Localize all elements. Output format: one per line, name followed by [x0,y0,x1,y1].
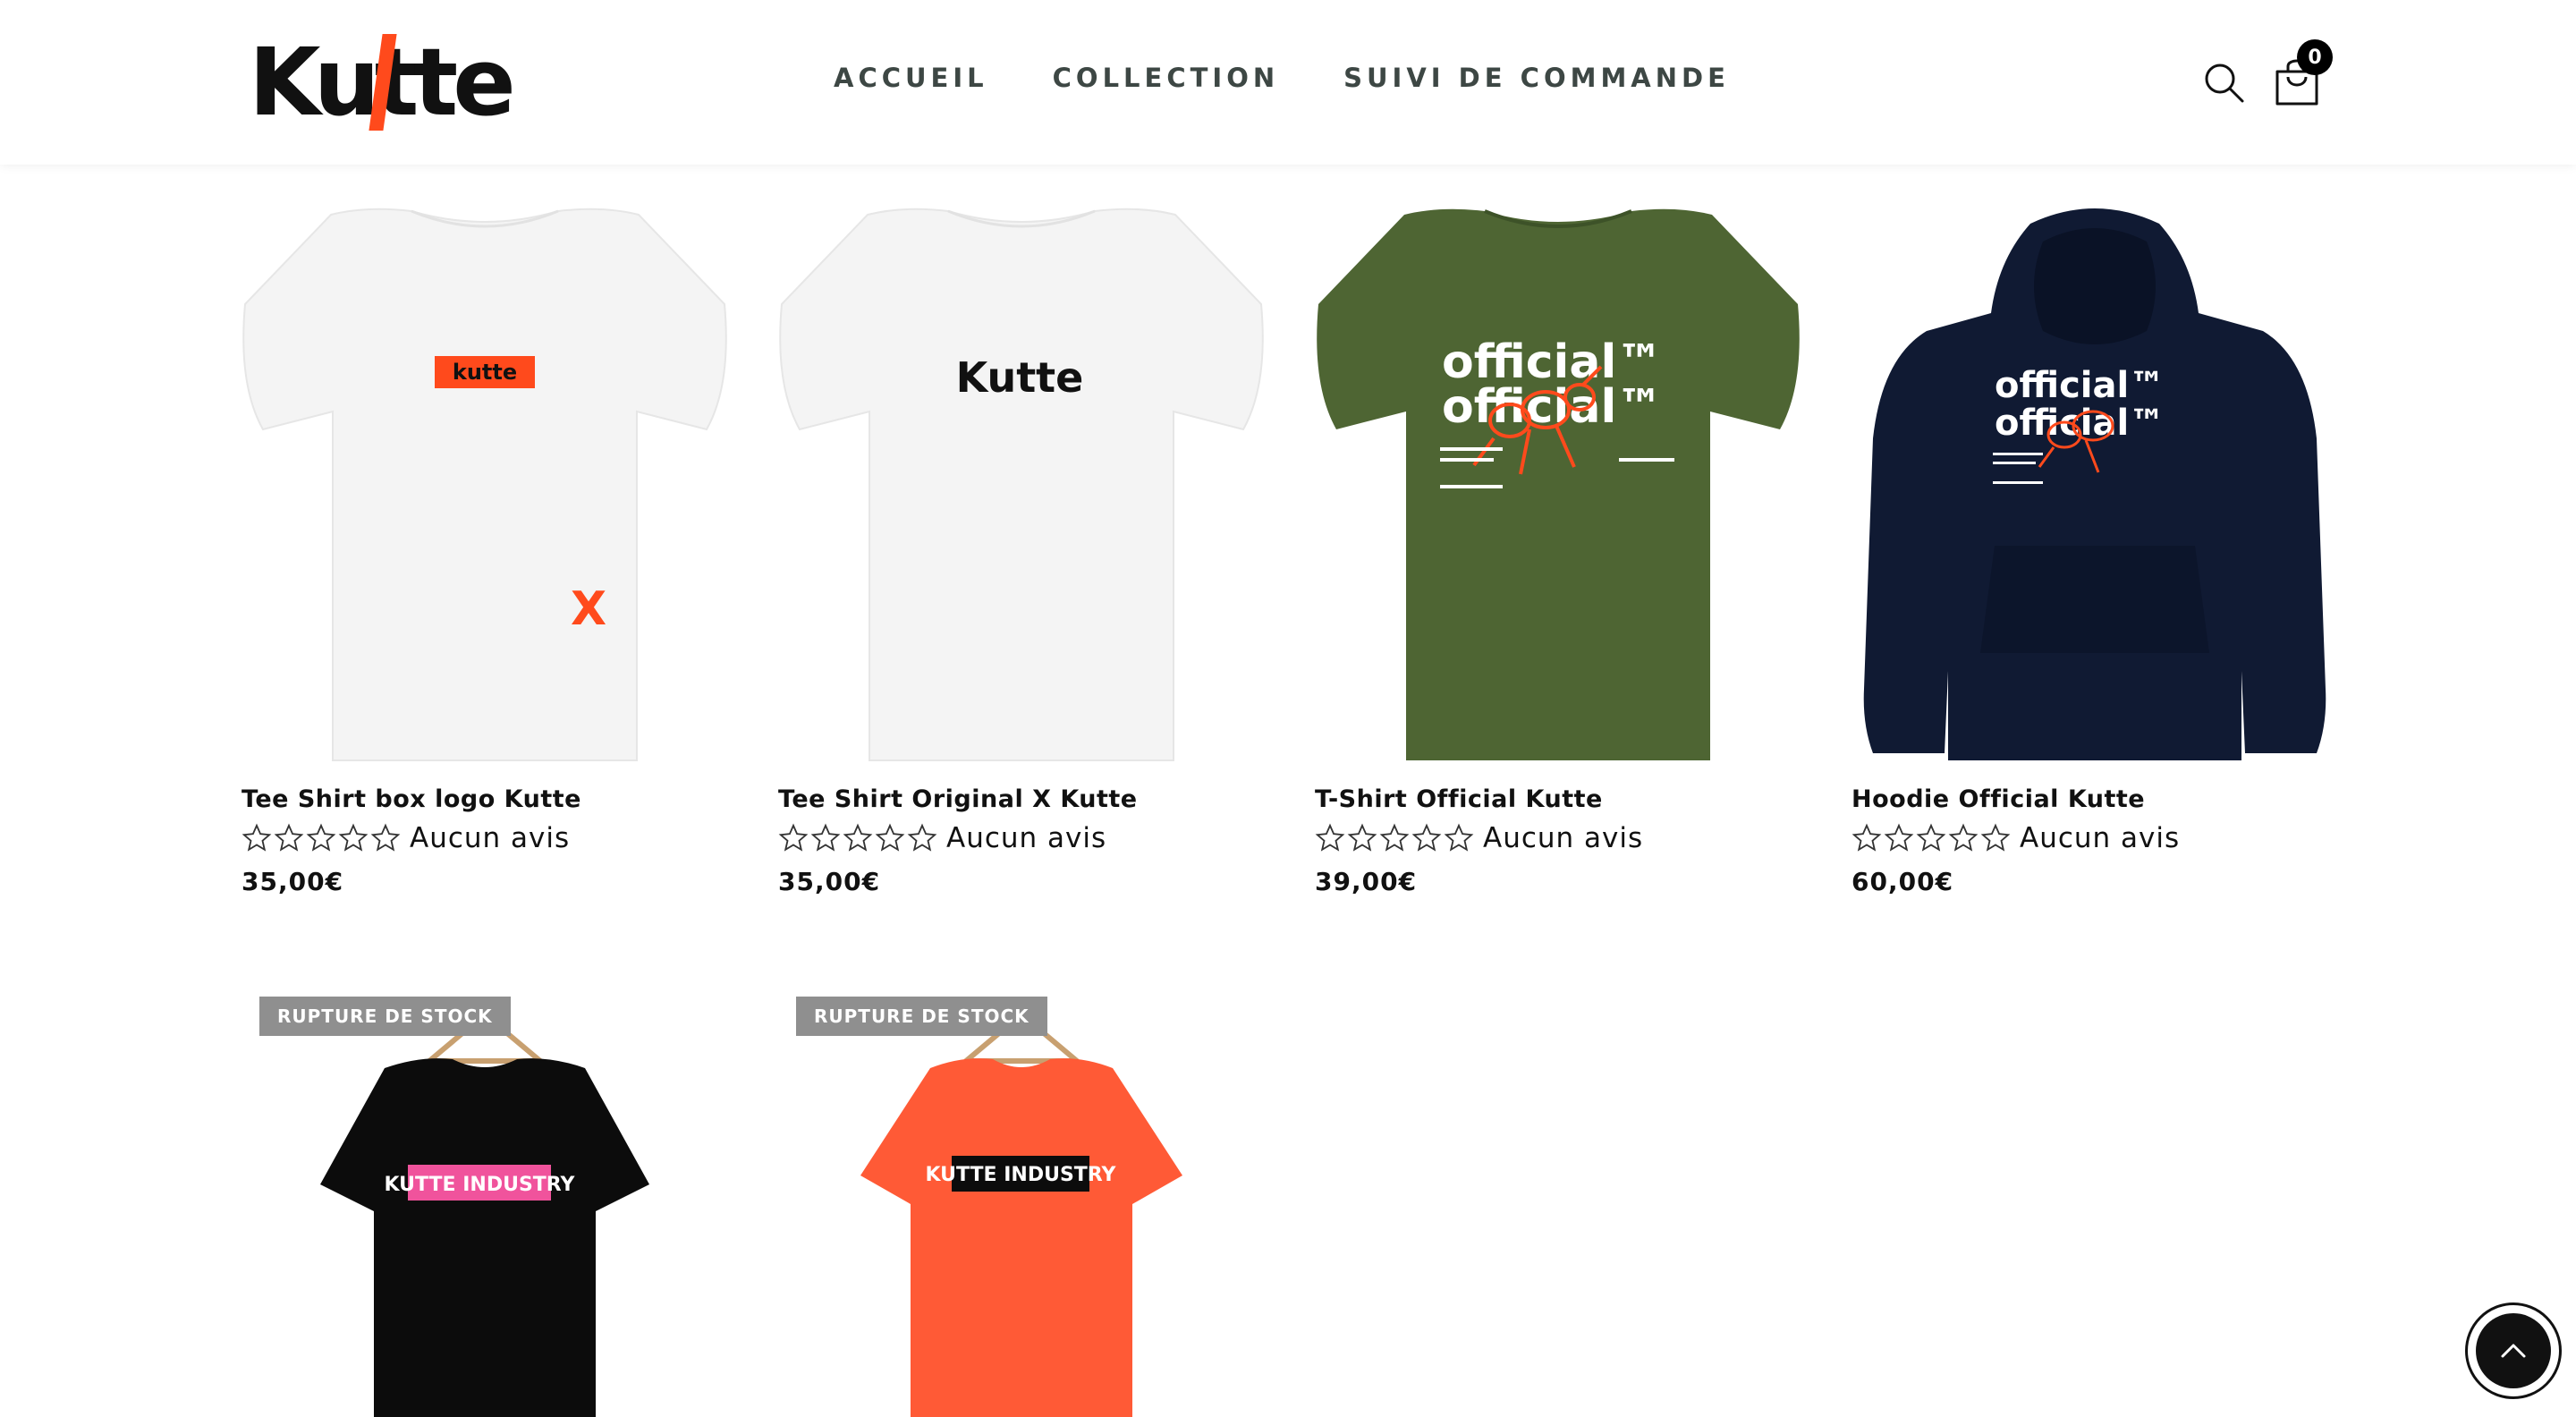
star-outline-icon [1948,823,1979,852]
svg-text:X: X [571,582,606,636]
back-to-top-inner [2476,1313,2551,1388]
product-card[interactable]: kutte X Tee Shirt box logo Kutte Aucun a… [242,206,728,896]
product-rating: Aucun avis [778,822,1265,854]
star-outline-icon [810,823,841,852]
star-outline-icon [1884,823,1914,852]
main-nav: ACCUEIL COLLECTION SUIVI DE COMMANDE [834,63,1730,93]
product-card[interactable]: RUPTURE DE STOCK KUTTE INDUSTRY [242,997,728,1417]
rating-stars [1315,823,1474,853]
star-outline-icon [370,823,401,852]
star-outline-icon [242,823,272,852]
rating-label: Aucun avis [410,822,571,854]
star-outline-icon [1444,823,1474,852]
product-image[interactable]: official™ official™ [1315,206,1801,764]
star-outline-icon [907,823,937,852]
product-print-text: KUTTE INDUSTRY [926,1164,1117,1186]
product-card[interactable]: Kutte Tee Shirt Original X Kutte Aucun a… [778,206,1265,896]
back-to-top-button[interactable] [2465,1302,2562,1399]
star-outline-icon [843,823,873,852]
product-title[interactable]: Tee Shirt Original X Kutte [778,785,1265,813]
product-title[interactable]: Tee Shirt box logo Kutte [242,785,728,813]
product-image[interactable]: official™ official™ [1852,206,2338,764]
product-print-text: kutte [453,360,517,385]
product-rating: Aucun avis [1315,822,1801,854]
rating-stars [778,823,937,853]
product-print-text: Kutte [956,353,1084,402]
star-outline-icon [778,823,809,852]
product-card[interactable]: official™ official™ Hoodie Official Kutt… [1852,206,2338,896]
star-outline-icon [306,823,336,852]
nav-item-collection[interactable]: COLLECTION [1053,63,1279,93]
product-image[interactable]: kutte X [242,206,728,764]
rating-label: Aucun avis [2020,822,2181,854]
star-outline-icon [1916,823,1946,852]
out-of-stock-badge: RUPTURE DE STOCK [259,997,511,1036]
logo[interactable]: Kutte [249,32,544,132]
rating-stars [1852,823,2011,853]
product-print-text: KUTTE INDUSTRY [385,1174,576,1196]
star-outline-icon [1347,823,1377,852]
product-rating: Aucun avis [1852,822,2338,854]
product-price: 39,00€ [1315,867,1418,896]
star-outline-icon [1315,823,1345,852]
chevron-up-icon [2501,1344,2526,1358]
product-card[interactable]: official™ official™ T-Shirt Official Kut… [1315,206,1801,896]
product-image[interactable]: KUTTE INDUSTRY [778,997,1265,1417]
rating-label: Aucun avis [1483,822,1644,854]
product-image[interactable]: Kutte [778,206,1265,764]
product-rating: Aucun avis [242,822,728,854]
product-card[interactable]: RUPTURE DE STOCK KUTTE INDUSTRY [778,997,1265,1417]
star-outline-icon [1379,823,1410,852]
star-outline-icon [338,823,369,852]
star-outline-icon [1411,823,1442,852]
star-outline-icon [274,823,304,852]
out-of-stock-badge: RUPTURE DE STOCK [796,997,1047,1036]
product-price: 35,00€ [778,867,881,896]
product-price: 60,00€ [1852,867,1954,896]
star-outline-icon [1852,823,1882,852]
search-icon[interactable] [2202,61,2245,104]
cart-count-badge: 0 [2297,39,2333,75]
star-outline-icon [875,823,905,852]
product-title[interactable]: T-Shirt Official Kutte [1315,785,1801,813]
site-header: Kutte ACCUEIL COLLECTION SUIVI DE COMMAN… [0,0,2576,165]
product-image[interactable]: KUTTE INDUSTRY [242,997,728,1417]
star-outline-icon [1980,823,2011,852]
nav-item-accueil[interactable]: ACCUEIL [834,63,988,93]
rating-label: Aucun avis [946,822,1107,854]
product-title[interactable]: Hoodie Official Kutte [1852,785,2338,813]
product-print-text: official™ [1995,365,2165,406]
product-price: 35,00€ [242,867,344,896]
rating-stars [242,823,401,853]
nav-item-suivi-de-commande[interactable]: SUIVI DE COMMANDE [1343,63,1730,93]
